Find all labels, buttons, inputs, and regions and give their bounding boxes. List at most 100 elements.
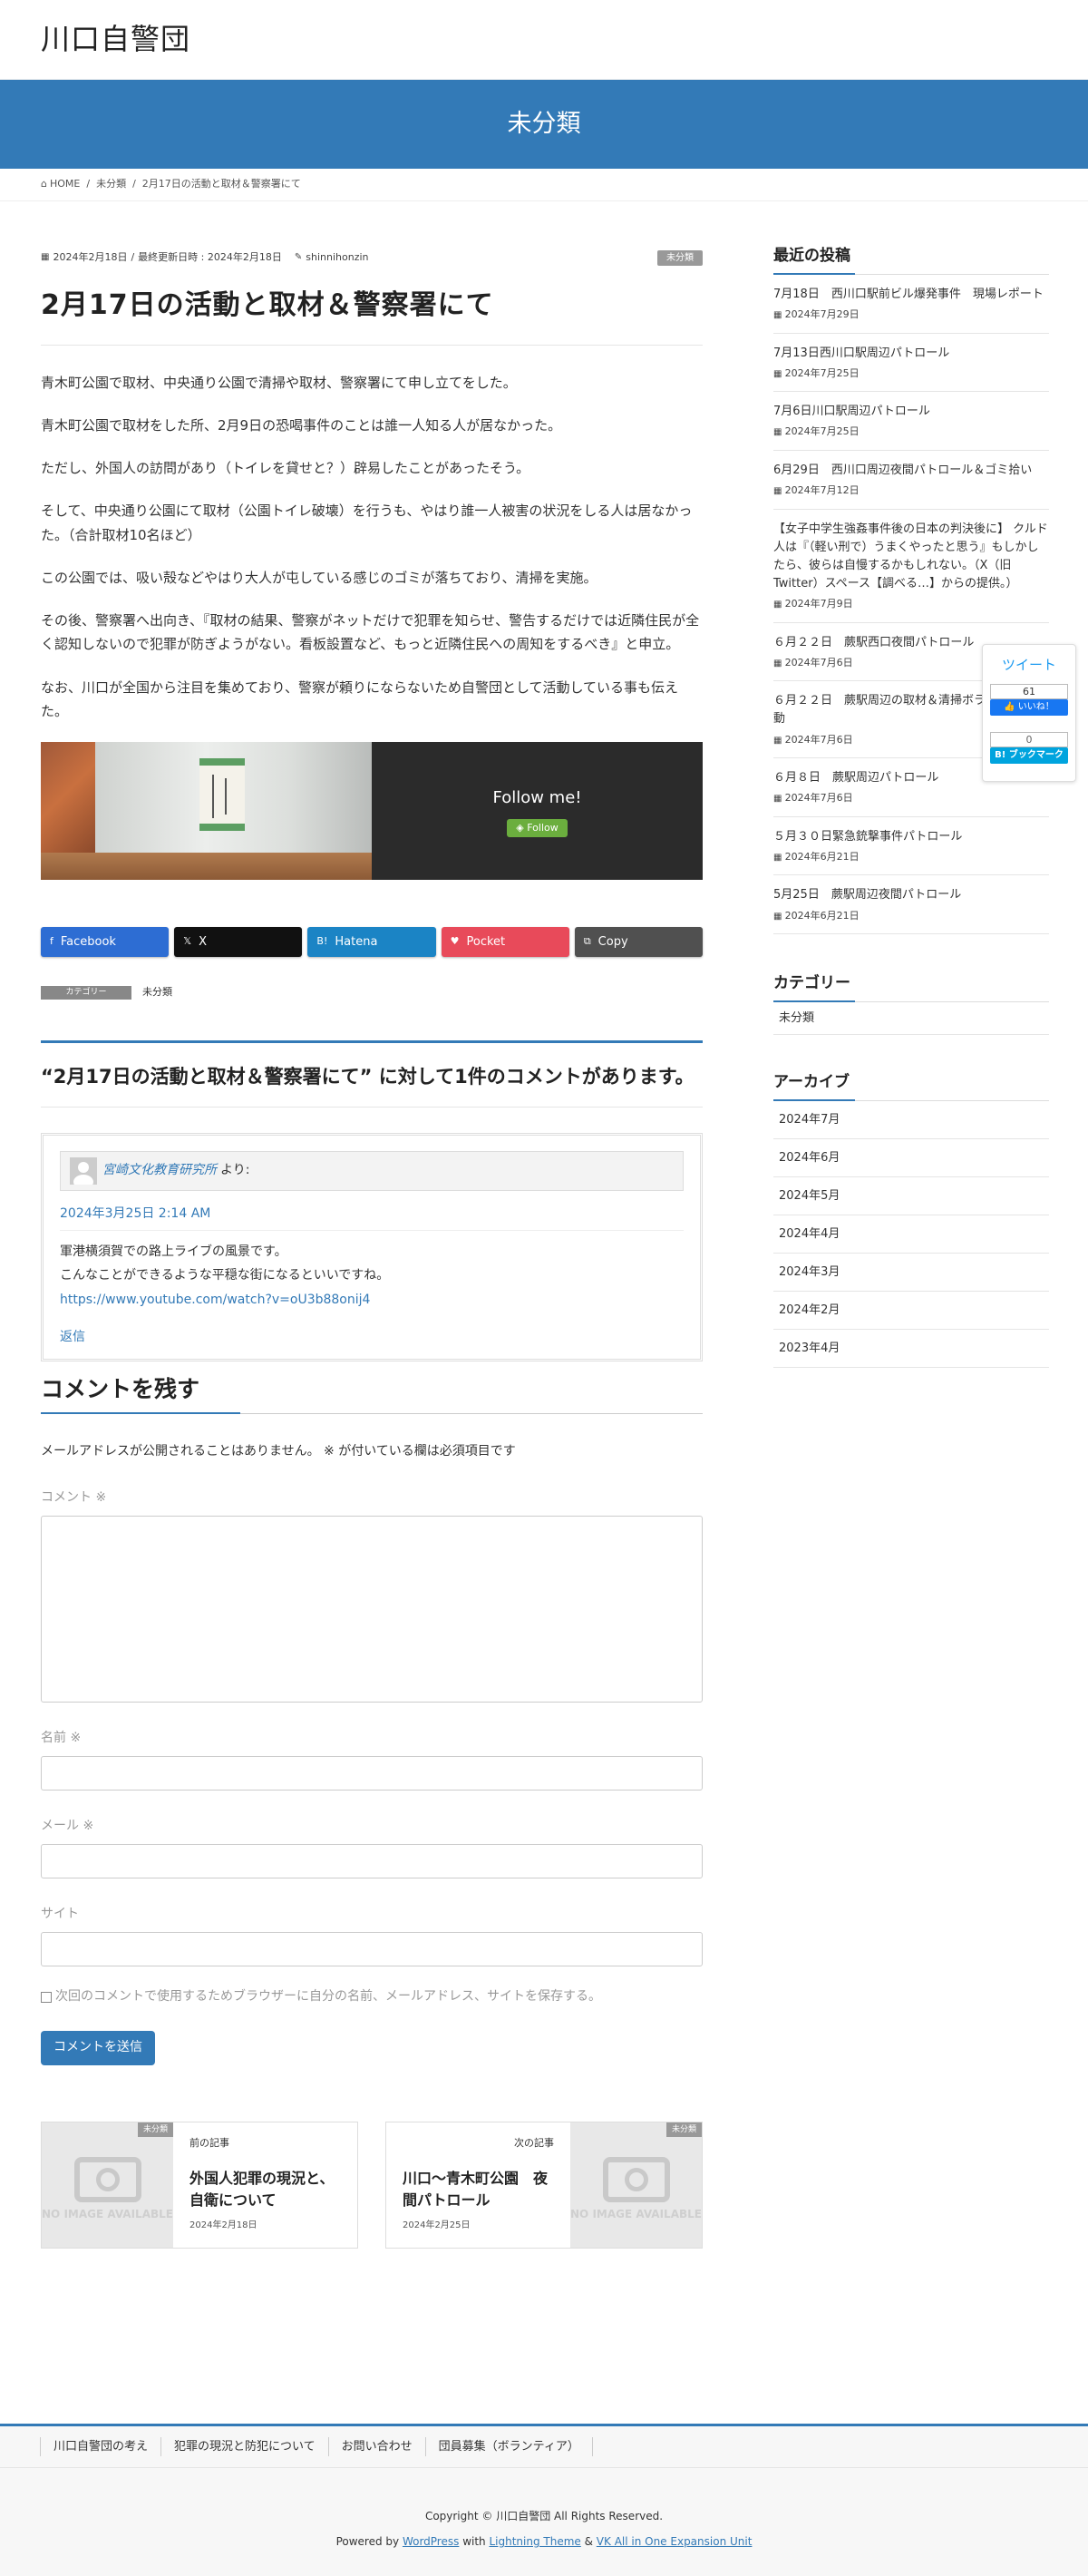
- featured-photo: [41, 742, 372, 880]
- entry-paragraph: ただし、外国人の訪問があり（トイレを貸せと？）辟易したことがあったそう。: [41, 460, 530, 476]
- recent-post-title[interactable]: ５月３０日緊急銃撃事件パトロール: [773, 828, 1049, 846]
- archive-item[interactable]: 2024年4月: [773, 1215, 1049, 1254]
- calendar-icon: ▦: [773, 911, 785, 922]
- plugin-link[interactable]: VK All in One Expansion Unit: [597, 2535, 753, 2548]
- theme-link[interactable]: Lightning Theme: [489, 2535, 580, 2548]
- recent-post-date-text: 2024年7月6日: [784, 733, 853, 746]
- breadcrumb-separator: /: [132, 178, 136, 190]
- recent-post-item[interactable]: 【女子中学生強姦事件後の日本の判決後に】 クルド人は『（軽い刑で）うまくやったと…: [773, 510, 1049, 623]
- share-button-facebook[interactable]: f Facebook: [41, 927, 170, 957]
- comment-date[interactable]: 2024年3月25日 2:14 AM: [60, 1204, 684, 1231]
- share-button-label: X: [199, 934, 207, 949]
- recent-post-item[interactable]: 5月25日 蕨駅周辺夜間パトロール ▦ 2024年6月21日: [773, 875, 1049, 935]
- save-info-label[interactable]: 次回のコメントで使用するためブラウザーに自分の名前、メールアドレス、サイトを保存…: [55, 1986, 601, 2007]
- footer-nav-item[interactable]: 団員募集（ボランティア）: [424, 2437, 593, 2457]
- footer-nav-item[interactable]: 犯罪の現況と防犯について: [160, 2437, 329, 2457]
- recent-post-item[interactable]: 7月13日西川口駅周辺パトロール ▦ 2024年7月25日: [773, 334, 1049, 393]
- prev-post-title[interactable]: 外国人犯罪の現況と、自衛について: [189, 2168, 341, 2211]
- recent-post-title[interactable]: 7月13日西川口駅周辺パトロール: [773, 345, 1049, 363]
- share-button-pocket[interactable]: ♥ Pocket: [441, 927, 569, 957]
- site-field[interactable]: [41, 1932, 703, 1967]
- recent-post-item[interactable]: 7月6日川口駅周辺パトロール ▦ 2024年7月25日: [773, 392, 1049, 451]
- category-widget-title: カテゴリー: [773, 971, 1049, 1003]
- category-value[interactable]: 未分類: [142, 984, 172, 1000]
- wordpress-link[interactable]: WordPress: [403, 2535, 459, 2548]
- recent-post-title[interactable]: 6月29日 西川口周辺夜間パトロール＆ゴミ拾い: [773, 462, 1049, 480]
- entry-paragraph: 青木町公園で取材、中央通り公園で清掃や取材、警察署にて申し立てをした。: [41, 374, 517, 391]
- follow-panel: Follow me! ◈ Follow: [372, 742, 703, 880]
- category-badge[interactable]: 未分類: [657, 250, 703, 266]
- sidebar-category-item[interactable]: 未分類: [773, 1002, 1049, 1036]
- comment-form: コメントを残す メールアドレスが公開されることはありません。 ※ が付いている欄…: [41, 1371, 703, 2065]
- copyright: Copyright © 川口自警団 All Rights Reserved.: [424, 2510, 664, 2523]
- breadcrumb-separator: /: [86, 178, 91, 190]
- comment-link[interactable]: https://www.youtube.com/watch?v=oU3b88on…: [60, 1293, 370, 1307]
- entry-body: 青木町公園で取材、中央通り公園で清掃や取材、警察署にて申し立てをした。 青木町公…: [41, 371, 703, 724]
- home-icon: ⌂: [41, 178, 47, 190]
- share-button-hatena[interactable]: B! Hatena: [307, 927, 436, 957]
- archive-item[interactable]: 2023年4月: [773, 1330, 1049, 1369]
- comment-author-link[interactable]: 宮崎文化教育研究所: [102, 1160, 217, 1181]
- breadcrumb-home[interactable]: HOME: [50, 176, 80, 192]
- breadcrumb-current: 2月17日の活動と取材＆警察署にて: [141, 178, 301, 190]
- share-button-x[interactable]: 𝕏X: [174, 927, 303, 957]
- archive-item[interactable]: 2024年6月: [773, 1139, 1049, 1178]
- tweet-button[interactable]: ツイート: [990, 654, 1068, 677]
- recent-post-item[interactable]: 7月18日 西川口駅前ビル爆発事件 現場レポート ▦ 2024年7月29日: [773, 275, 1049, 334]
- camera-icon: [602, 2157, 670, 2203]
- archive-item[interactable]: 2024年5月: [773, 1177, 1049, 1216]
- name-field[interactable]: [41, 1756, 703, 1791]
- recent-post-title[interactable]: 【女子中学生強姦事件後の日本の判決後に】 クルド人は『（軽い刑で）うまくやったと…: [773, 521, 1049, 594]
- reply-link[interactable]: 返信: [60, 1330, 85, 1344]
- footer-nav-item[interactable]: お問い合わせ: [327, 2437, 426, 2457]
- hatena-icon: B!: [316, 935, 328, 948]
- share-button-copy[interactable]: ⧉ Copy: [574, 927, 704, 957]
- comment-textarea[interactable]: [41, 1516, 703, 1703]
- archive-item[interactable]: 2024年2月: [773, 1292, 1049, 1331]
- hatena-bookmark-count: 0: [990, 731, 1068, 747]
- post-category-row: カテゴリー 未分類: [41, 984, 703, 1000]
- photo-ground: [41, 853, 372, 880]
- comment-text: 軍港横須賀での路上ライブの風景です。 こんなことができるような平穏な街になるとい…: [60, 1240, 684, 1312]
- site-title[interactable]: 川口自警団: [41, 15, 190, 63]
- breadcrumb-category[interactable]: 未分類: [96, 176, 126, 192]
- save-info-checkbox[interactable]: [41, 1991, 52, 2003]
- author-name[interactable]: shinnihonzin: [306, 249, 368, 266]
- avatar: [70, 1156, 97, 1185]
- recent-post-item[interactable]: ５月３０日緊急銃撃事件パトロール ▦ 2024年6月21日: [773, 817, 1049, 876]
- next-post-badge: 未分類: [665, 2122, 702, 2137]
- email-field[interactable]: [41, 1844, 703, 1879]
- follow-button[interactable]: ◈ Follow: [507, 818, 568, 837]
- next-post-card[interactable]: 次の記事 川口〜青木町公園 夜間パトロール 2024年2月25日 未分類 NO …: [385, 2121, 703, 2249]
- recent-post-date-text: 2024年7月6日: [784, 656, 853, 668]
- facebook-like-button[interactable]: 👍 いいね！: [990, 698, 1068, 716]
- comment: 宮崎文化教育研究所 より: 2024年3月25日 2:14 AM 軍港横須賀での…: [41, 1132, 703, 1361]
- recent-post-item[interactable]: 6月29日 西川口周辺夜間パトロール＆ゴミ拾い ▦ 2024年7月12日: [773, 451, 1049, 510]
- save-info-row: 次回のコメントで使用するためブラウザーに自分の名前、メールアドレス、サイトを保存…: [41, 1986, 703, 2007]
- recent-post-date-text: 2024年7月25日: [784, 366, 860, 379]
- archive-item[interactable]: 2024年3月: [773, 1254, 1049, 1293]
- hatena-bookmark-button[interactable]: B! ブックマーク: [990, 746, 1068, 764]
- calendar-icon: ▦: [773, 600, 785, 610]
- comment-reply: 返信: [60, 1327, 684, 1348]
- pencil-icon: ✎: [294, 251, 303, 262]
- next-post-title[interactable]: 川口〜青木町公園 夜間パトロール: [403, 2168, 554, 2211]
- comment-author-suffix: より:: [220, 1163, 250, 1178]
- camera-icon: [73, 2157, 141, 2203]
- recent-post-title[interactable]: 7月6日川口駅周辺パトロール: [773, 403, 1049, 421]
- footer-nav-item[interactable]: 川口自警団の考え: [40, 2437, 162, 2457]
- share-button-label: Copy: [597, 934, 628, 949]
- no-image-text: NO IMAGE AVAILABLE: [42, 2208, 173, 2221]
- recent-post-title[interactable]: 5月25日 蕨駅周辺夜間パトロール: [773, 886, 1049, 904]
- recent-post-title[interactable]: 7月18日 西川口駅前ビル爆発事件 現場レポート: [773, 286, 1049, 304]
- prev-post-body: 前の記事 外国人犯罪の現況と、自衛について 2024年2月18日: [173, 2122, 357, 2248]
- prev-post-card[interactable]: 未分類 NO IMAGE AVAILABLE 前の記事 外国人犯罪の現況と、自衛…: [41, 2121, 358, 2249]
- prev-post-badge: 未分類: [137, 2122, 173, 2137]
- archive-item[interactable]: 2024年7月: [773, 1101, 1049, 1140]
- no-image-thumbnail: 未分類 NO IMAGE AVAILABLE: [42, 2122, 173, 2248]
- follow-text: Follow me!: [492, 788, 582, 808]
- comment-date-link[interactable]: 2024年3月25日 2:14 AM: [60, 1206, 210, 1221]
- powered-amp: &: [580, 2535, 597, 2549]
- recent-post-date: ▦ 2024年6月21日: [773, 849, 1049, 866]
- submit-comment-button[interactable]: コメントを送信: [41, 2031, 155, 2065]
